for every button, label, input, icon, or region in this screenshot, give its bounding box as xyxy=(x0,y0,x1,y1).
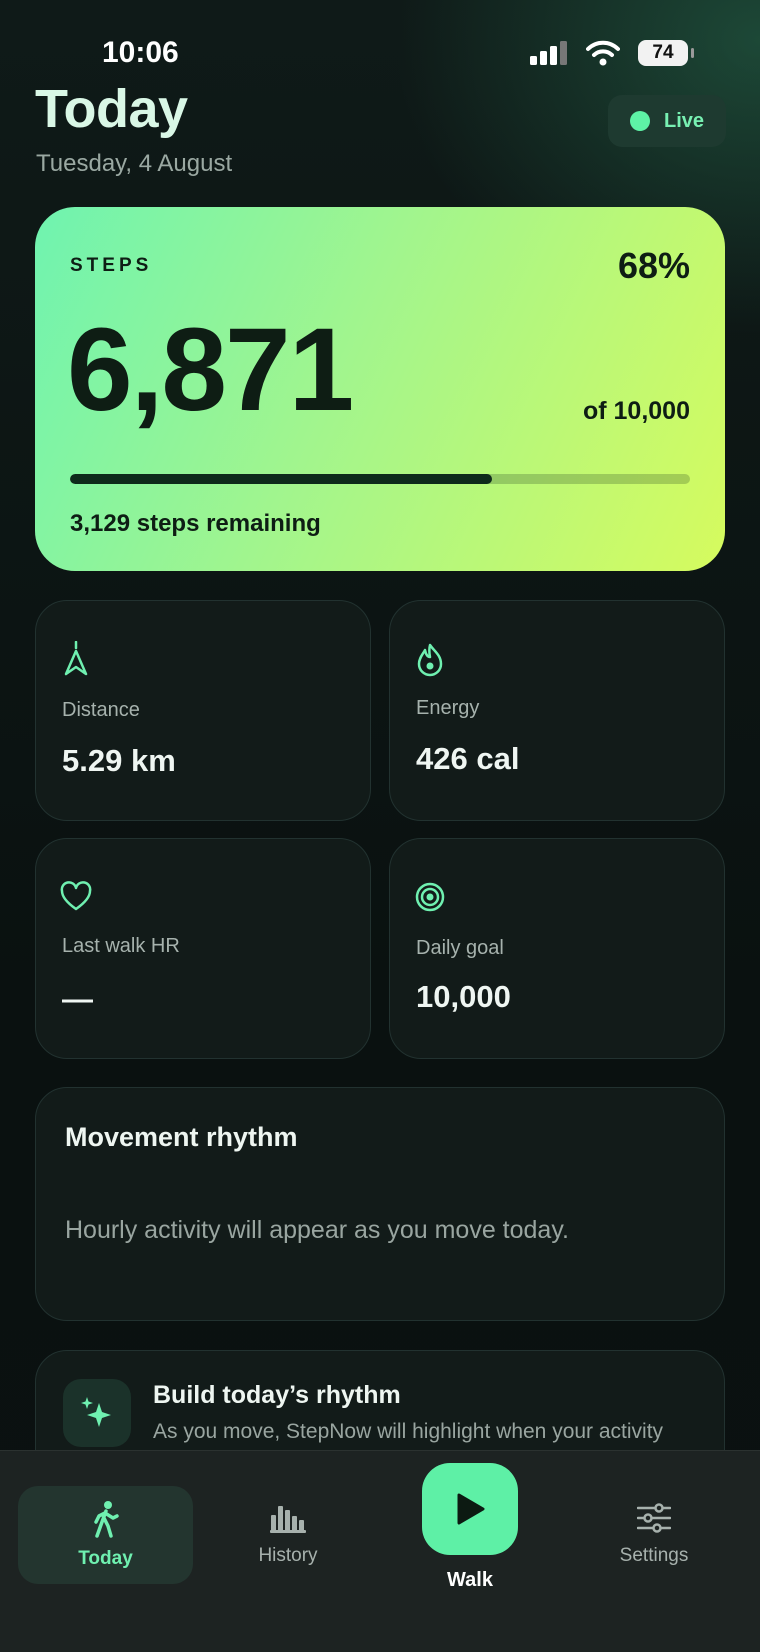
tab-today-label: Today xyxy=(78,1548,133,1569)
steps-progress-fill xyxy=(70,474,492,484)
sparkle-icon xyxy=(81,1397,111,1427)
steps-count: 6,871 xyxy=(67,304,354,436)
sliders-icon xyxy=(637,1503,671,1533)
page-title: Today xyxy=(35,79,188,139)
stat-card-daily-goal[interactable]: Daily goal 10,000 xyxy=(389,838,725,1059)
live-dot-icon xyxy=(629,111,650,131)
cellular-signal-icon xyxy=(530,41,567,65)
start-walk-button[interactable] xyxy=(422,1463,518,1555)
stat-card-energy[interactable]: Energy 426 cal xyxy=(389,600,725,821)
steps-progress-bar xyxy=(70,474,690,484)
stat-label: Daily goal xyxy=(416,937,504,959)
heart-icon xyxy=(60,881,92,911)
steps-percent: 68% xyxy=(617,245,690,286)
stat-label: Last walk HR xyxy=(62,935,180,957)
steps-remaining: 3,129 steps remaining xyxy=(70,510,321,537)
stat-label: Distance xyxy=(62,699,140,721)
status-icons: 74 xyxy=(530,40,694,66)
status-time: 10:06 xyxy=(102,36,179,69)
steps-label: STEPS xyxy=(70,255,153,276)
bar-chart-icon xyxy=(270,1506,306,1533)
target-icon xyxy=(415,882,445,912)
tab-settings[interactable]: Settings xyxy=(604,1503,704,1567)
stat-value: — xyxy=(62,981,93,1016)
tab-history[interactable]: History xyxy=(238,1503,338,1567)
live-indicator[interactable]: Live xyxy=(608,95,726,147)
live-label: Live xyxy=(663,109,705,132)
steps-card[interactable]: STEPS 68% 6,871 of 10,000 3,129 steps re… xyxy=(35,207,725,571)
page-date: Tuesday, 4 August xyxy=(36,150,233,177)
tab-walk[interactable]: Walk xyxy=(420,1463,520,1592)
tab-today[interactable]: Today xyxy=(18,1486,193,1584)
tab-walk-label: Walk xyxy=(447,1569,493,1591)
insight-title: Build today’s rhythm xyxy=(153,1381,401,1409)
stat-card-distance[interactable]: Distance 5.29 km xyxy=(35,600,371,821)
distance-icon xyxy=(64,641,88,676)
tab-settings-label: Settings xyxy=(619,1545,689,1566)
bottom-navigation: Today History Walk Settings xyxy=(0,1450,760,1652)
rhythm-title: Movement rhythm xyxy=(65,1122,298,1152)
movement-rhythm-card[interactable]: Movement rhythm Hourly activity will app… xyxy=(35,1087,725,1321)
insight-icon-container xyxy=(63,1379,131,1447)
stat-label: Energy xyxy=(416,697,480,719)
rhythm-empty-text: Hourly activity will appear as you move … xyxy=(65,1216,569,1244)
wifi-icon xyxy=(586,40,620,66)
play-icon xyxy=(457,1493,485,1525)
flame-icon xyxy=(417,643,443,677)
walking-person-icon xyxy=(93,1501,119,1538)
stat-value: 426 cal xyxy=(416,741,520,776)
steps-goal: of 10,000 xyxy=(582,397,690,425)
battery-icon: 74 xyxy=(638,40,694,66)
stat-value: 10,000 xyxy=(416,979,511,1014)
stat-value: 5.29 km xyxy=(62,743,176,778)
tab-history-label: History xyxy=(258,1545,318,1566)
stat-card-heart-rate[interactable]: Last walk HR — xyxy=(35,838,371,1059)
